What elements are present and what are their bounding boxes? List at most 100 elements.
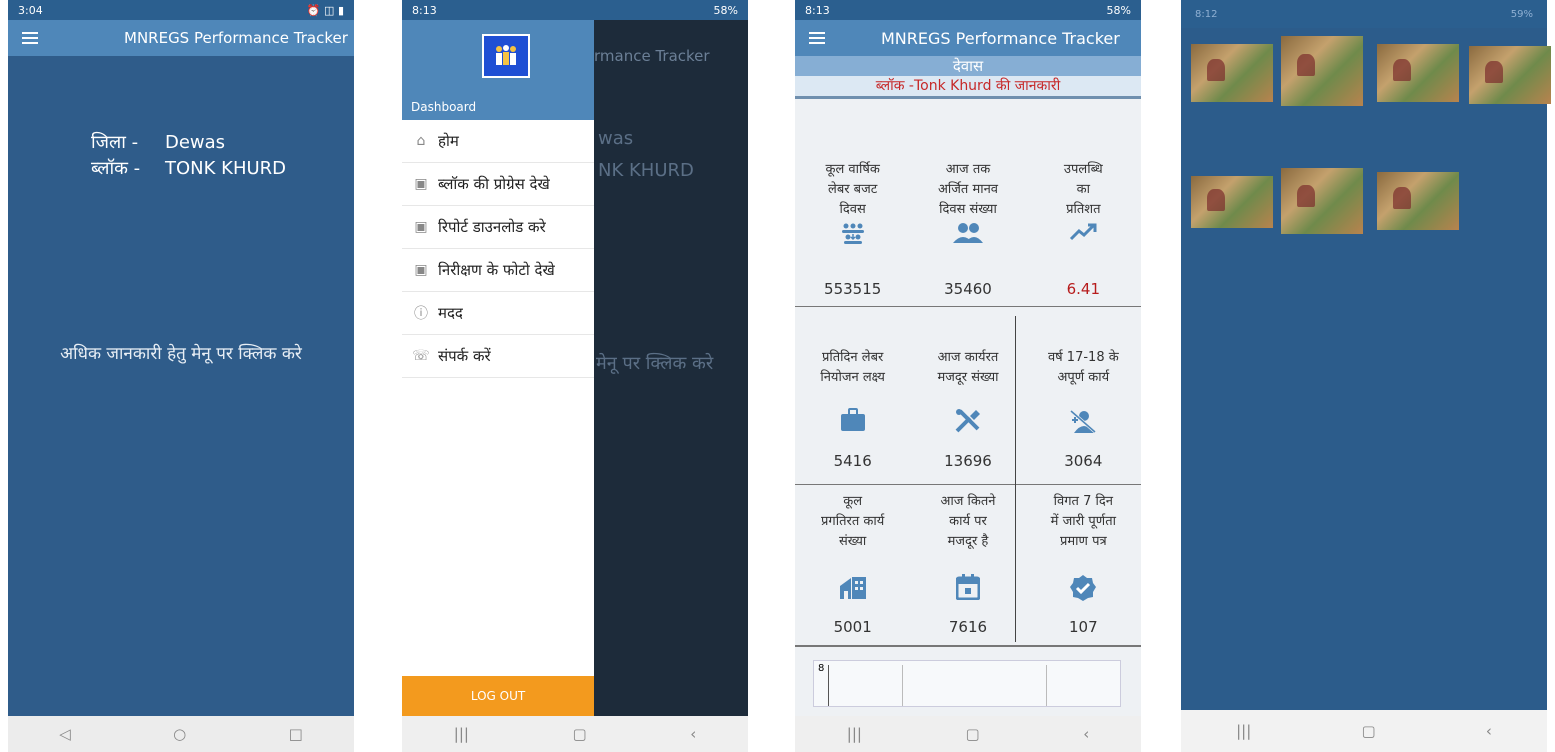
menu-icon[interactable] [809,32,825,44]
battery-level: 58% [713,3,738,17]
recents-nav-icon[interactable]: ||| [1236,722,1251,740]
district-value: Dewas [165,132,226,153]
inspection-photo[interactable] [1377,44,1459,102]
obscured-app-title: rmance Tracker [594,47,710,65]
drawer-menu-item[interactable]: ▣ रिपोर्ट डाउनलोड करे [402,206,594,249]
drawer-title: Dashboard [411,100,477,114]
inspection-photo[interactable] [1281,168,1363,234]
stat-label-line: प्रगतिरत कार्य [821,514,885,529]
stat-value: 553515 [824,280,882,298]
grid-divider [1015,316,1016,642]
home-nav-icon[interactable]: ▢ [1361,722,1375,740]
drawer-menu-item[interactable]: ⌂ होम [402,120,594,163]
stat-label-line: अपूर्ण कार्य [1057,370,1110,385]
stat-label-line: उपलब्धि [1063,162,1103,177]
back-nav-icon[interactable]: ‹ [1486,722,1492,740]
recents-nav-icon[interactable]: □ [289,725,303,743]
drawer-menu-label: संपर्क करें [438,347,491,365]
app-title: MNREGS Performance Tracker [881,28,1120,48]
district-label: जिला - [91,132,139,153]
stat-value: 7616 [948,618,988,636]
battery-level: 58% [1106,3,1131,17]
back-nav-icon[interactable]: ◁ [59,725,71,743]
inspection-photo[interactable] [1281,36,1363,106]
stat-label-line: दिवस संख्या [939,202,997,217]
block-info-heading: ब्लॉक -Tonk Khurd की जानकारी [795,76,1141,99]
photo-gallery: 8:12 59% [1181,0,1551,710]
status-icons: ⏰ ◫ ▮ [306,3,344,17]
home-nav-icon[interactable]: ▢ [572,725,586,743]
app-title: MNREGS Performance Tracker [124,29,348,47]
stat-card: आज तक अर्जित मानव दिवस संख्या 35460 [910,130,1025,302]
app-logo-icon [482,34,530,78]
drawer-header: Dashboard [402,20,594,120]
recents-nav-icon[interactable]: ||| [847,725,862,743]
people-icon [952,222,983,248]
block-value: TONK KHURD [165,158,287,179]
phone-screen-block-progress: 8:13 58% MNREGS Performance Tracker देवा… [795,0,1141,752]
stat-label-line: प्रमाण पत्र [1060,534,1107,549]
system-nav-bar: ||| ▢ ‹ [795,716,1141,752]
phone-screen-drawer: 8:13 58% rmance Tracker was NK KHURD मेन… [402,0,748,752]
play-square-icon: ▣ [414,219,428,235]
stat-label: विगत 7 दिन में जारी पूर्णता प्रमाण पत्र [1026,492,1141,552]
grid-divider [795,306,1141,307]
stat-label: आज कार्यरत मजदूर संख्या [910,348,1025,388]
battery-level: 59% [1510,8,1533,20]
stat-label-line: आज तक [945,162,991,177]
play-square-icon: ▣ [414,262,428,278]
home-nav-icon[interactable]: ▢ [965,725,979,743]
stat-label-line: कूल वार्षिक [825,162,880,177]
building-icon [839,574,867,604]
drawer-menu-item[interactable]: ▣ ब्लॉक की प्रोग्रेस देखे [402,163,594,206]
drawer-menu-item[interactable]: ⓘ मदद [402,292,594,335]
stat-card: कूल प्रगतिरत कार्य संख्या 5001 [795,486,910,648]
stat-label-line: आज कितने [940,494,996,509]
status-time: 3:04 [18,3,43,17]
stats-grid: कूल वार्षिक लेबर बजट दिवस 553515 आज तक अर्जित… [795,130,1141,650]
inspection-photo[interactable] [1469,46,1551,104]
inspection-photo[interactable] [1377,172,1459,230]
stat-card: आज कार्यरत मजदूर संख्या 13696 [910,308,1025,488]
calendar-icon [955,574,981,604]
stat-label: वर्ष 17-18 के अपूर्ण कार्य [1026,348,1141,388]
back-nav-icon[interactable]: ‹ [690,725,696,743]
stat-label-line: विगत 7 दिन [1053,494,1113,509]
drawer-menu-item[interactable]: ☏ संपर्क करें [402,335,594,378]
verified-icon [1069,574,1097,606]
stat-card: उपलब्धि का प्रतिशत 6.41 [1026,130,1141,302]
home-icon: ⌂ [416,133,426,149]
drawer-menu-item[interactable]: ▣ निरीक्षण के फोटो देखे [402,249,594,292]
system-nav-bar: ||| ▢ ‹ [1181,710,1547,752]
stat-label: उपलब्धि का प्रतिशत [1026,160,1141,220]
stat-label: आज तक अर्जित मानव दिवस संख्या [910,160,1025,220]
stat-value: 107 [1069,618,1098,636]
block-label: ब्लॉक - [91,158,141,179]
stat-label-line: प्रतिशत [1066,202,1101,217]
location-info: जिला - Dewas ब्लॉक - TONK KHURD [91,130,286,182]
stat-label-line: मजदूर है [947,534,989,549]
status-bar: 3:04 ⏰ ◫ ▮ [8,0,354,20]
menu-icon[interactable] [22,32,38,44]
obscured-district: was [598,128,634,149]
tools-icon [954,408,982,438]
drawer-menu-label: मदद [438,304,463,322]
inspection-photo[interactable] [1191,44,1273,102]
stat-label-line: लेबर बजट [828,182,878,197]
drawer-menu-label: ब्लॉक की प्रोग्रेस देखे [438,175,550,193]
stat-label-line: दिवस [839,202,866,217]
chart-divider [795,645,1141,647]
person-off-icon [1068,408,1098,438]
recents-nav-icon[interactable]: ||| [454,725,469,743]
group-icon [840,222,866,250]
home-nav-icon[interactable]: ○ [173,725,186,743]
back-nav-icon[interactable]: ‹ [1083,725,1089,743]
inspection-photo[interactable] [1191,176,1273,228]
navigation-drawer: Dashboard ⌂ होम ▣ ब्लॉक की प्रोग्रेस देखे ▣ र… [402,20,594,716]
stat-label-line: कार्य पर [949,514,987,529]
phone-icon: ☏ [412,348,430,364]
logout-button[interactable]: LOG OUT [402,676,594,716]
briefcase-icon [840,408,866,436]
phone-screen-home: 3:04 ⏰ ◫ ▮ MNREGS Performance Tracker जि… [8,0,354,752]
stat-label-line: प्रतिदिन लेबर [821,350,884,365]
